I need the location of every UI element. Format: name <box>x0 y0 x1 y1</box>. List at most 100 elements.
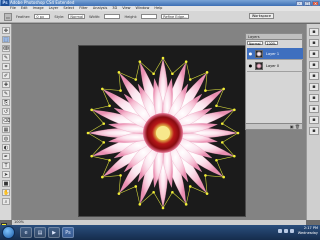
flower-core <box>156 126 170 140</box>
actions-icon[interactable]: ▪ <box>309 116 319 124</box>
anchor-point[interactable] <box>215 158 218 162</box>
anchor-point[interactable] <box>161 56 165 60</box>
info-icon[interactable]: ▪ <box>309 127 319 135</box>
anchor-point[interactable] <box>90 108 93 112</box>
anchor-point[interactable] <box>171 190 174 194</box>
opacity-input[interactable]: 100% <box>264 40 278 46</box>
width-input[interactable] <box>104 14 121 19</box>
blend-mode-select[interactable]: Normal <box>247 40 263 46</box>
anchor-point[interactable] <box>171 72 174 76</box>
adjustments-icon[interactable]: ▪ <box>309 61 319 69</box>
start-button[interactable] <box>2 226 15 239</box>
anchor-point[interactable] <box>102 122 106 125</box>
anchor-point[interactable] <box>119 174 122 177</box>
layer-row[interactable]: ● Layer 1 <box>247 48 303 60</box>
anchor-point[interactable] <box>233 108 236 112</box>
minimize-button[interactable]: - <box>296 0 303 6</box>
anchor-point[interactable] <box>188 185 192 188</box>
pen-icon[interactable]: ✒ <box>2 153 10 160</box>
path-select-icon[interactable]: ➤ <box>2 171 10 178</box>
crop-icon[interactable]: ⌗ <box>2 63 10 70</box>
styles-icon[interactable]: ▪ <box>309 50 319 58</box>
photoshop-task-icon[interactable]: Ps <box>62 227 74 238</box>
explorer-icon[interactable]: ▤ <box>34 227 46 238</box>
zoom-icon[interactable]: ⌕ <box>2 198 10 205</box>
gradient-icon[interactable]: ▦ <box>2 126 10 133</box>
anchor-point[interactable] <box>108 104 111 108</box>
anchor-point[interactable] <box>152 190 155 194</box>
document-canvas[interactable] <box>78 45 246 217</box>
clone-icon[interactable]: ⎘ <box>2 99 10 106</box>
refine-edge-button[interactable]: Refine Edge... <box>161 14 190 19</box>
media-icon[interactable]: ▶ <box>48 227 60 238</box>
anchor-point[interactable] <box>101 175 104 179</box>
anchor-point[interactable] <box>117 192 121 195</box>
quick-select-icon[interactable]: ✎ <box>2 54 10 61</box>
anchor-point[interactable] <box>222 175 225 179</box>
volume-icon[interactable] <box>284 229 288 233</box>
anchor-point[interactable] <box>119 89 122 92</box>
masks-icon[interactable]: ▪ <box>309 72 319 80</box>
blur-icon[interactable]: ◍ <box>2 135 10 142</box>
eye-icon[interactable]: ● <box>248 60 253 72</box>
anchor-point[interactable] <box>204 89 207 92</box>
paths-icon[interactable]: ▪ <box>309 94 319 102</box>
anchor-point[interactable] <box>161 206 165 210</box>
anchor-point[interactable] <box>134 185 138 188</box>
anchor-point[interactable] <box>205 71 209 74</box>
clock[interactable]: 2:17 PM Wednesday <box>298 226 318 239</box>
brush-icon[interactable]: ✎ <box>2 90 10 97</box>
anchor-point[interactable] <box>220 141 224 144</box>
eraser-icon[interactable]: ⌫ <box>2 117 10 124</box>
ie-icon[interactable]: e <box>20 227 32 238</box>
trash-icon[interactable]: 🗑 <box>295 124 300 129</box>
history-brush-icon[interactable]: ↺ <box>2 108 10 115</box>
anchor-point[interactable] <box>108 158 111 162</box>
anchor-point[interactable] <box>101 87 104 91</box>
shape-icon[interactable]: ■ <box>2 180 10 187</box>
anchor-point[interactable] <box>215 104 218 108</box>
workspace-button[interactable]: Workspace <box>248 13 274 19</box>
move-icon[interactable]: ✥ <box>2 27 10 34</box>
feather-input[interactable]: 0 px <box>34 14 51 19</box>
marquee-options-icon[interactable]: ▭ <box>4 12 12 21</box>
eye-icon[interactable]: ● <box>248 48 253 60</box>
anchor-point[interactable] <box>86 131 90 135</box>
maximize-button[interactable]: □ <box>304 0 311 6</box>
anchor-point[interactable] <box>102 141 106 144</box>
height-input[interactable] <box>141 14 158 19</box>
anchor-point[interactable] <box>204 174 207 177</box>
anchor-point[interactable] <box>138 60 142 63</box>
anchor-point[interactable] <box>184 203 188 206</box>
anchor-point[interactable] <box>222 87 225 91</box>
anchor-point[interactable] <box>233 154 236 158</box>
type-icon[interactable]: T <box>2 162 10 169</box>
healing-icon[interactable]: ✚ <box>2 81 10 88</box>
anchor-point[interactable] <box>152 72 155 76</box>
layers-panel: Layers Normal 100% ● Layer 1 ● Layer 0 ▣… <box>245 33 303 130</box>
new-layer-icon[interactable]: ▣ <box>290 124 294 129</box>
anchor-point[interactable] <box>205 192 209 195</box>
anchor-point[interactable] <box>188 78 192 81</box>
marquee-icon[interactable]: ⬚ <box>2 36 10 43</box>
anchor-point[interactable] <box>134 78 138 81</box>
color-panel-icon[interactable]: ▪ <box>309 28 319 36</box>
anchor-point[interactable] <box>138 203 142 206</box>
dodge-icon[interactable]: ◐ <box>2 144 10 151</box>
network-icon[interactable] <box>278 229 282 233</box>
anchor-point[interactable] <box>117 71 121 74</box>
anchor-point[interactable] <box>220 122 224 125</box>
layer-row[interactable]: ● Layer 0 <box>247 60 303 72</box>
anchor-point[interactable] <box>90 154 93 158</box>
anchor-point[interactable] <box>236 131 240 135</box>
swatches-icon[interactable]: ▪ <box>309 39 319 47</box>
history-icon[interactable]: ▪ <box>309 105 319 113</box>
style-select[interactable]: Normal <box>68 14 86 19</box>
close-button[interactable]: × <box>312 0 319 6</box>
hand-icon[interactable]: ✋ <box>2 189 10 196</box>
eyedropper-icon[interactable]: ✐ <box>2 72 10 79</box>
channels-icon[interactable]: ▪ <box>309 83 319 91</box>
lasso-icon[interactable]: ↂ <box>2 45 10 52</box>
anchor-point[interactable] <box>184 60 188 63</box>
flag-icon[interactable] <box>290 229 294 233</box>
